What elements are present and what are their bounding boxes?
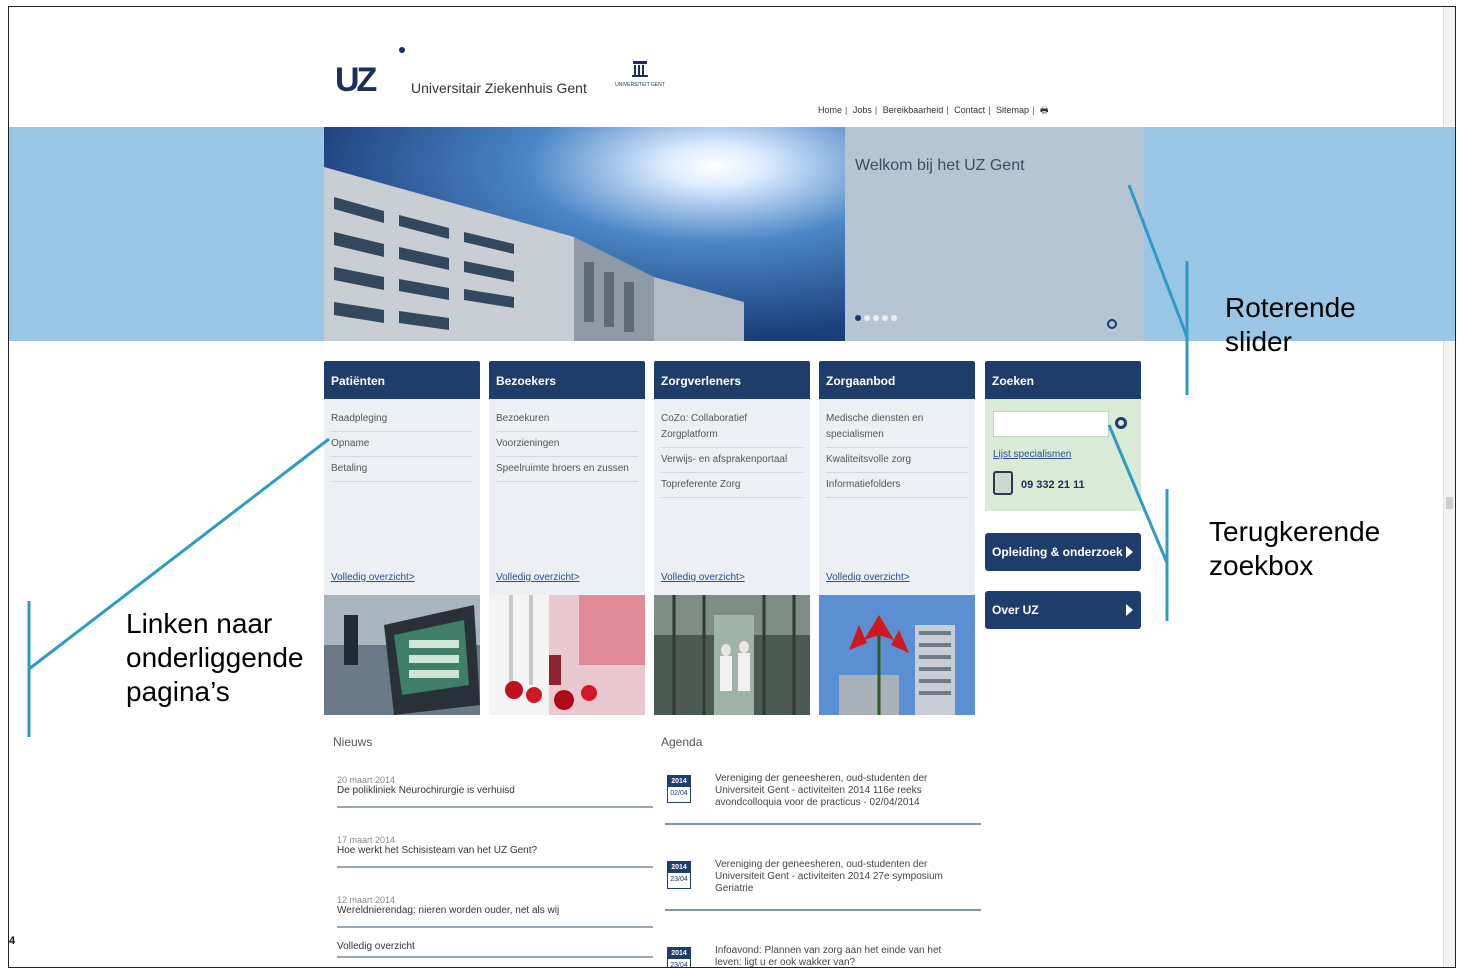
column-link[interactable]: Voorzieningen [496,432,638,457]
uz-logo[interactable]: UZ [335,61,377,100]
news-date: 17 maart 2014 [337,835,396,845]
slider-dots [855,315,897,321]
ugent-logo[interactable]: UNIVERSITEIT GENT [605,59,675,95]
news-item[interactable]: 12 maart 2014 Wereldnierendag: nieren wo… [337,895,653,928]
nav-home[interactable]: Home [815,105,845,115]
overview-link[interactable]: Volledig overzicht> [661,572,745,583]
calendar-year: 2014 [668,776,690,787]
arrow-right-icon [1126,604,1133,616]
news-item[interactable]: 20 maart 2014 De polikliniek Neurochirur… [337,775,653,808]
column-photo[interactable] [489,595,645,715]
news-overview-link[interactable]: Volledig overzicht [337,941,653,958]
column-link[interactable]: Betaling [331,457,473,482]
column-link[interactable]: Kwaliteitsvolle zorg [826,448,968,473]
column-link[interactable]: Raadpleging [331,407,473,432]
slider-dot[interactable] [873,315,879,321]
column-title[interactable]: Bezoekers [489,361,645,399]
scrollbar-thumb[interactable] [1446,497,1453,509]
column-link[interactable]: Topreferente Zorg [661,473,803,498]
search-title: Zoeken [985,361,1141,399]
browser-frame: UZ Universitair Ziekenhuis Gent UNIVERSI… [8,6,1456,968]
slider-dot[interactable] [891,315,897,321]
column-link[interactable]: Medische diensten en specialismen [826,407,968,448]
hospital-name: Universitair Ziekenhuis Gent [411,80,587,96]
agenda-item[interactable]: 2014 23/04 Vereniging der geneesheren, o… [665,859,981,911]
search-input[interactable] [993,411,1109,437]
calendar-icon: 2014 23/04 [667,861,691,889]
column-link[interactable]: Informatiefolders [826,473,968,498]
agenda-item[interactable]: 2014 02/04 Vereniging der geneesheren, o… [665,773,981,825]
top-navigation: Home | Jobs | Bereikbaarheid | Contact | Sit… [815,103,1051,119]
column-title[interactable]: Patiënten [324,361,480,399]
opleiding-onderzoek-button[interactable]: Opleiding & onderzoek [985,533,1141,571]
nav-sitemap[interactable]: Sitemap [993,105,1032,115]
phone-number: 09 332 21 11 [1021,479,1085,491]
column-link[interactable]: Opname [331,432,473,457]
column-link[interactable]: Bezoekuren [496,407,638,432]
column-body: Raadpleging Opname Betaling Volledig ove… [324,399,480,595]
news-headline[interactable]: De polikliniek Neurochirurgie is verhuis… [337,785,653,796]
column-title[interactable]: Zorgverleners [654,361,810,399]
calendar-day: 02/04 [670,790,688,797]
column-link[interactable]: CoZo: Collaboratief Zorgplatform [661,407,803,448]
button-label: Over UZ [992,603,1039,617]
printer-icon[interactable]: 🖶 [1037,105,1052,115]
slider-pause-icon[interactable] [1107,319,1117,329]
column-body: Bezoekuren Voorzieningen Speelruimte bro… [489,399,645,595]
overview-link[interactable]: Volledig overzicht> [826,572,910,583]
slider-dot[interactable] [855,315,861,321]
button-label: Opleiding & onderzoek [992,545,1123,559]
calendar-icon: 2014 23/04 [667,947,691,968]
agenda-text[interactable]: Vereniging der geneesheren, oud-studente… [715,859,965,895]
column-photo[interactable] [654,595,810,715]
slider-dot[interactable] [882,315,888,321]
column-bezoekers: Bezoekers Bezoekuren Voorzieningen Speel… [489,361,645,715]
column-body: Medische diensten en specialismen Kwalit… [819,399,975,595]
overview-link[interactable]: Volledig overzicht> [496,572,580,583]
agenda-item[interactable]: 2014 23/04 Infoavond: Plannen van zorg a… [665,945,981,968]
column-link[interactable]: Verwijs- en afsprakenportaal [661,448,803,473]
agenda-text[interactable]: Vereniging der geneesheren, oud-studente… [715,773,965,809]
news-title: Nieuws [333,735,373,749]
agenda-title: Agenda [661,735,703,749]
news-date: 20 maart 2014 [337,775,396,785]
column-photo[interactable] [819,595,975,715]
annotation-search: Terugkerende zoekbox [1209,516,1381,581]
calendar-icon: 2014 02/04 [667,775,691,803]
slider-title[interactable]: Welkom bij het UZ Gent [855,157,1025,175]
news-headline[interactable]: Wereldnierendag: nieren worden ouder, ne… [337,905,653,916]
calendar-year: 2014 [668,948,690,959]
search-submit-icon[interactable] [1115,417,1127,429]
news-headline[interactable]: Hoe werkt het Schisisteam van het UZ Gen… [337,845,653,856]
column-link[interactable]: Speelruimte broers en zussen [496,457,638,482]
column-zorgverleners: Zorgverleners CoZo: Collaboratief Zorgpl… [654,361,810,715]
calendar-day: 23/04 [670,962,688,968]
logo-dot [399,47,405,53]
annotation-links: Linken naar onderliggende pagina’s [126,608,304,707]
search-body: Lijst specialismen 09 332 21 11 [985,399,1141,511]
annotation-slider: Roterende slider [1225,292,1356,357]
slider-image[interactable] [324,127,845,341]
nav-jobs[interactable]: Jobs [850,105,875,115]
ugent-label: UNIVERSITEIT GENT [615,82,665,88]
column-body: CoZo: Collaboratief Zorgplatform Verwijs… [654,399,810,595]
slider-dot[interactable] [864,315,870,321]
specialisms-list-link[interactable]: Lijst specialismen [993,449,1071,460]
over-uz-button[interactable]: Over UZ [985,591,1141,629]
column-title[interactable]: Zorgaanbod [819,361,975,399]
arrow-right-icon [1126,546,1133,558]
nav-bereikbaarheid[interactable]: Bereikbaarheid [880,105,947,115]
calendar-day: 23/04 [670,876,688,883]
page-number: 4 [9,935,16,947]
calendar-year: 2014 [668,862,690,873]
column-zorgaanbod: Zorgaanbod Medische diensten en speciali… [819,361,975,715]
overview-link[interactable]: Volledig overzicht> [331,572,415,583]
search-box: Zoeken Lijst specialismen 09 332 21 11 [985,361,1141,511]
news-item[interactable]: 17 maart 2014 Hoe werkt het Schisisteam … [337,835,653,868]
phone-icon [993,471,1013,495]
news-date: 12 maart 2014 [337,895,396,905]
agenda-text[interactable]: Infoavond: Plannen van zorg aan het eind… [715,945,965,967]
nav-contact[interactable]: Contact [951,105,988,115]
